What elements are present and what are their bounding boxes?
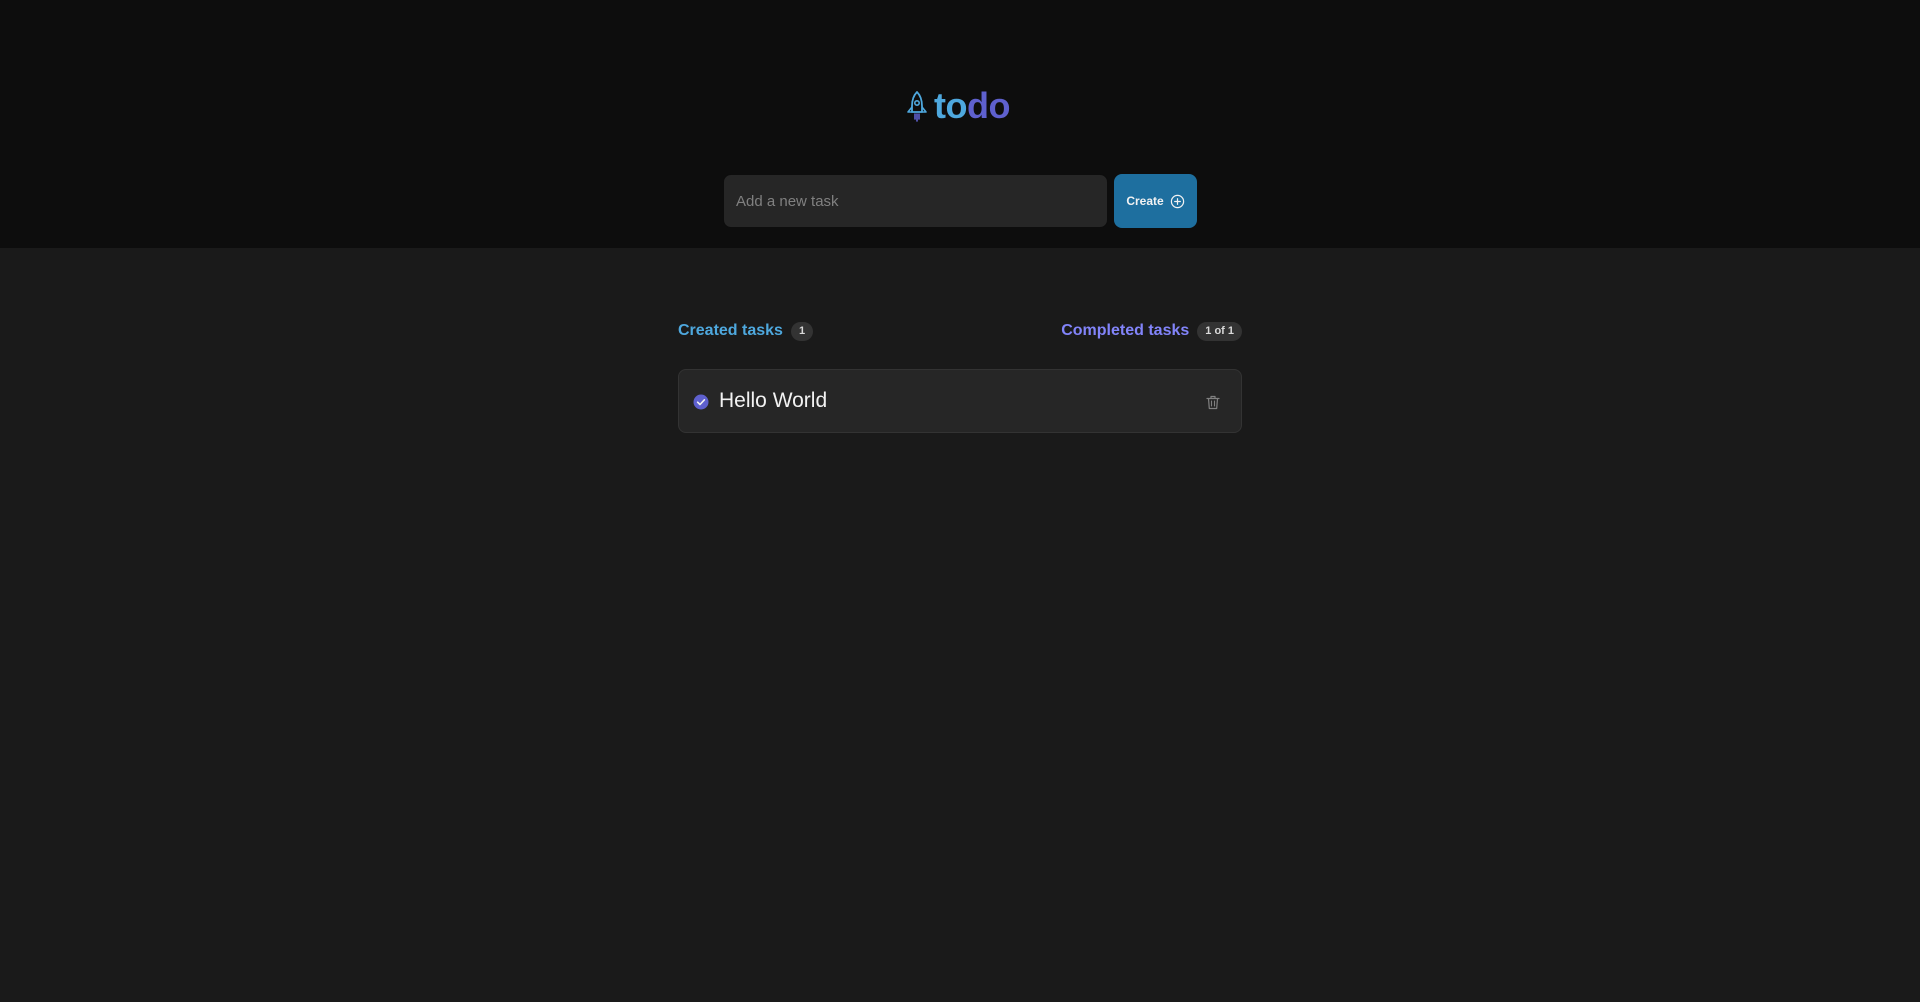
app-header: todo Create <box>0 0 1920 248</box>
trash-icon <box>1206 395 1220 409</box>
delete-task-button[interactable] <box>1201 390 1225 414</box>
task-item: Hello World <box>678 369 1242 433</box>
task-list: Hello World <box>678 369 1242 433</box>
task-text: Hello World <box>719 389 828 412</box>
app-title: todo <box>934 86 1010 126</box>
completed-tasks-stat: Completed tasks 1 of 1 <box>1061 321 1242 341</box>
created-tasks-label: Created tasks <box>678 322 783 339</box>
create-button-label: Create <box>1126 194 1164 208</box>
completed-tasks-count: 1 of 1 <box>1197 321 1242 341</box>
app-title-part-to: to <box>934 85 967 126</box>
created-tasks-stat: Created tasks 1 <box>678 321 814 341</box>
create-task-button[interactable]: Create <box>1114 174 1197 228</box>
rocket-icon <box>907 91 927 122</box>
completed-tasks-label: Completed tasks <box>1061 322 1190 339</box>
new-task-input[interactable] <box>723 174 1108 228</box>
plus-circle-icon <box>1170 194 1184 208</box>
app-logo: todo <box>906 86 1010 126</box>
app-title-part-do: do <box>966 85 1010 126</box>
created-tasks-count: 1 <box>790 321 814 341</box>
check-circle-icon[interactable] <box>693 394 709 410</box>
task-stats: Created tasks 1 Completed tasks 1 of 1 <box>678 320 1242 342</box>
